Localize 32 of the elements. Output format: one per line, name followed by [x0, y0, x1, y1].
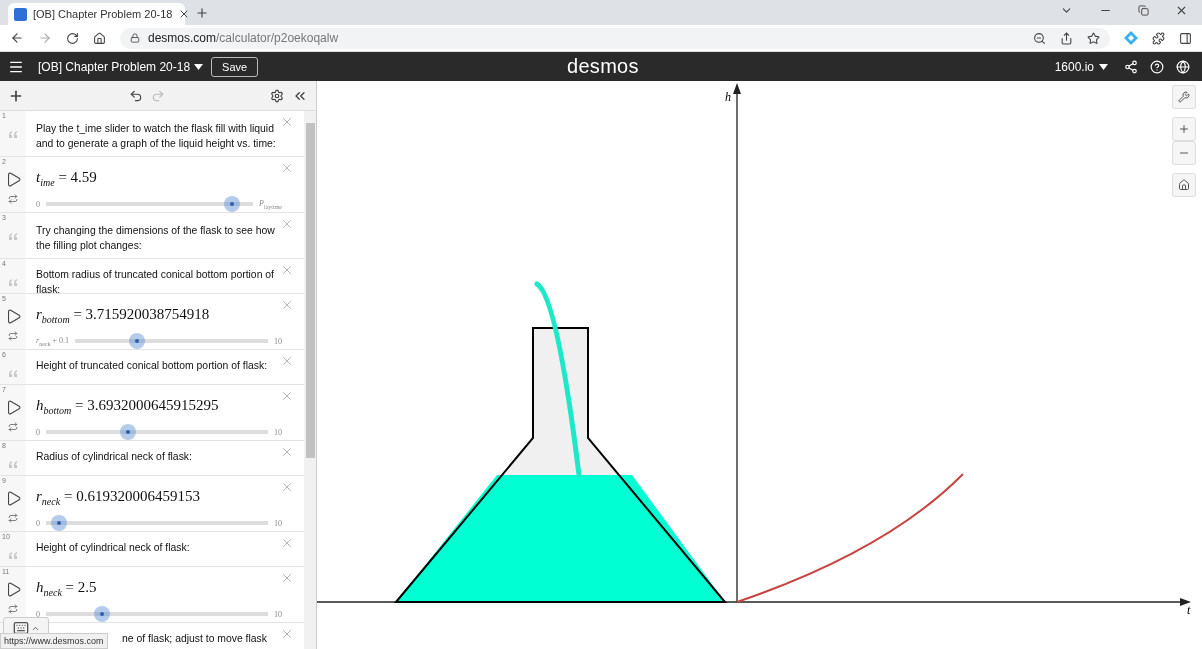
slider-min: 0	[36, 199, 40, 209]
account-menu[interactable]: 1600.io	[1054, 59, 1094, 74]
slider-min: 0	[36, 427, 40, 437]
x-axis-label: t	[1187, 603, 1191, 617]
url-tooltip: https://www.desmos.com	[0, 633, 108, 649]
slider-min: r$_{neck}$ + 0.1	[36, 335, 69, 347]
url-text: desmos.com/calculator/p2oekoqalw	[148, 31, 339, 45]
slider-max: 10	[274, 336, 282, 346]
note-text: Try changing the dimensions of the flask to see how the filling plot changes:	[36, 224, 276, 253]
note-text: Play the t_ime slider to watch the flask fill with liquid and to generate a graph of the liquid height vs. time:	[36, 122, 277, 151]
graph-title[interactable]: [OB] Chapter Problem 20-18	[38, 59, 191, 74]
slider-formula: r$_{neck}$ = 0.619320006459153	[36, 488, 201, 507]
note-text: ne of flask; adjust to move flask	[122, 632, 268, 646]
slider-max: 10	[274, 609, 282, 619]
slider-formula: h$_{bottom}$ = 3.6932000645915295	[36, 397, 220, 416]
note-text: Radius of cylindrical neck of flask:	[36, 450, 193, 464]
save-button[interactable]: Save	[211, 56, 259, 77]
slider-formula: r$_{bottom}$ = 3.715920038754918	[36, 306, 211, 325]
note-text: Height of cylindrical neck of flask:	[36, 541, 191, 555]
browser-tab[interactable]: [OB] Chapter Problem 20-18	[8, 3, 185, 25]
slider-min: 0	[36, 609, 40, 619]
slider-max: 10	[274, 518, 282, 528]
y-axis-label: h	[725, 90, 731, 104]
slider-min: 0	[36, 518, 40, 528]
address-bar[interactable]: desmos.com/calculator/p2oekoqalw	[120, 27, 1110, 49]
slider-max: P$_{laytime}$	[259, 198, 282, 210]
note-text: Bottom radius of truncated conical bottom portion of flask:	[36, 268, 275, 297]
slider-formula: t$_{ime}$ = 4.59	[36, 169, 98, 188]
slider-max: 10	[274, 427, 282, 437]
slider-formula: h$_{neck}$ = 2.5	[36, 579, 98, 598]
logo: desmos	[567, 55, 639, 78]
note-text: Height of truncated conical bottom portion of flask:	[36, 359, 269, 373]
